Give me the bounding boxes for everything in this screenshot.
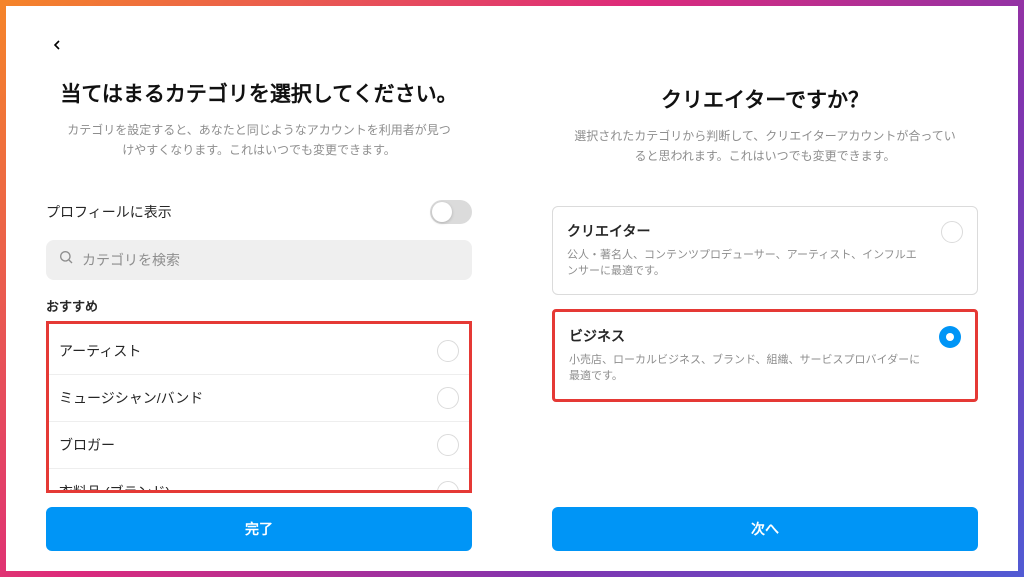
search-icon	[58, 249, 74, 270]
back-button[interactable]	[46, 34, 68, 56]
option-title: ビジネス	[569, 326, 925, 346]
category-label: アーティスト	[59, 341, 141, 361]
radio-selected-icon	[939, 326, 961, 348]
radio-unselected-icon	[437, 387, 459, 409]
done-button[interactable]: 完了	[46, 507, 472, 551]
category-option[interactable]: ミュージシャン/バンド	[49, 375, 469, 422]
category-label: ブロガー	[59, 435, 115, 455]
option-title: クリエイター	[567, 221, 927, 241]
category-option[interactable]: 衣料品 (ブランド)	[49, 469, 469, 493]
page-title-left: 当てはまるカテゴリを選択してください。	[46, 80, 472, 109]
profile-display-toggle[interactable]	[430, 200, 472, 224]
profile-display-toggle-label: プロフィールに表示	[46, 202, 172, 222]
suggested-section-label: おすすめ	[46, 296, 472, 315]
radio-unselected-icon	[941, 221, 963, 243]
option-desc: 公人・著名人、コンテンツプロデューサー、アーティスト、インフルエンサーに最適です…	[567, 247, 927, 280]
next-button[interactable]: 次へ	[552, 507, 978, 551]
radio-unselected-icon	[437, 340, 459, 362]
category-label: ミュージシャン/バンド	[59, 388, 203, 408]
chevron-left-icon	[49, 37, 65, 53]
radio-unselected-icon	[437, 481, 459, 493]
suggested-category-list: アーティスト ミュージシャン/バンド ブロガー 衣料品 (ブランド)	[46, 321, 472, 493]
account-type-option-business[interactable]: ビジネス 小売店、ローカルビジネス、ブランド、組織、サービスプロバイダーに最適で…	[552, 309, 978, 402]
category-label: 衣料品 (ブランド)	[59, 482, 170, 493]
account-type-option-creator[interactable]: クリエイター 公人・著名人、コンテンツプロデューサー、アーティスト、インフルエン…	[552, 206, 978, 295]
page-title-right: クリエイターですか？	[552, 86, 978, 115]
toggle-knob	[432, 202, 452, 222]
page-subtitle-left: カテゴリを設定すると、あなたと同じようなアカウントを利用者が見つけやすくなります…	[46, 121, 472, 159]
category-option[interactable]: アーティスト	[49, 328, 469, 375]
radio-unselected-icon	[437, 434, 459, 456]
page-subtitle-right: 選択されたカテゴリから判断して、クリエイターアカウントが合っていると思われます。…	[552, 127, 978, 165]
search-placeholder: カテゴリを検索	[82, 250, 180, 270]
category-search-input[interactable]: カテゴリを検索	[46, 240, 472, 280]
category-option[interactable]: ブロガー	[49, 422, 469, 469]
option-desc: 小売店、ローカルビジネス、ブランド、組織、サービスプロバイダーに最適です。	[569, 352, 925, 385]
